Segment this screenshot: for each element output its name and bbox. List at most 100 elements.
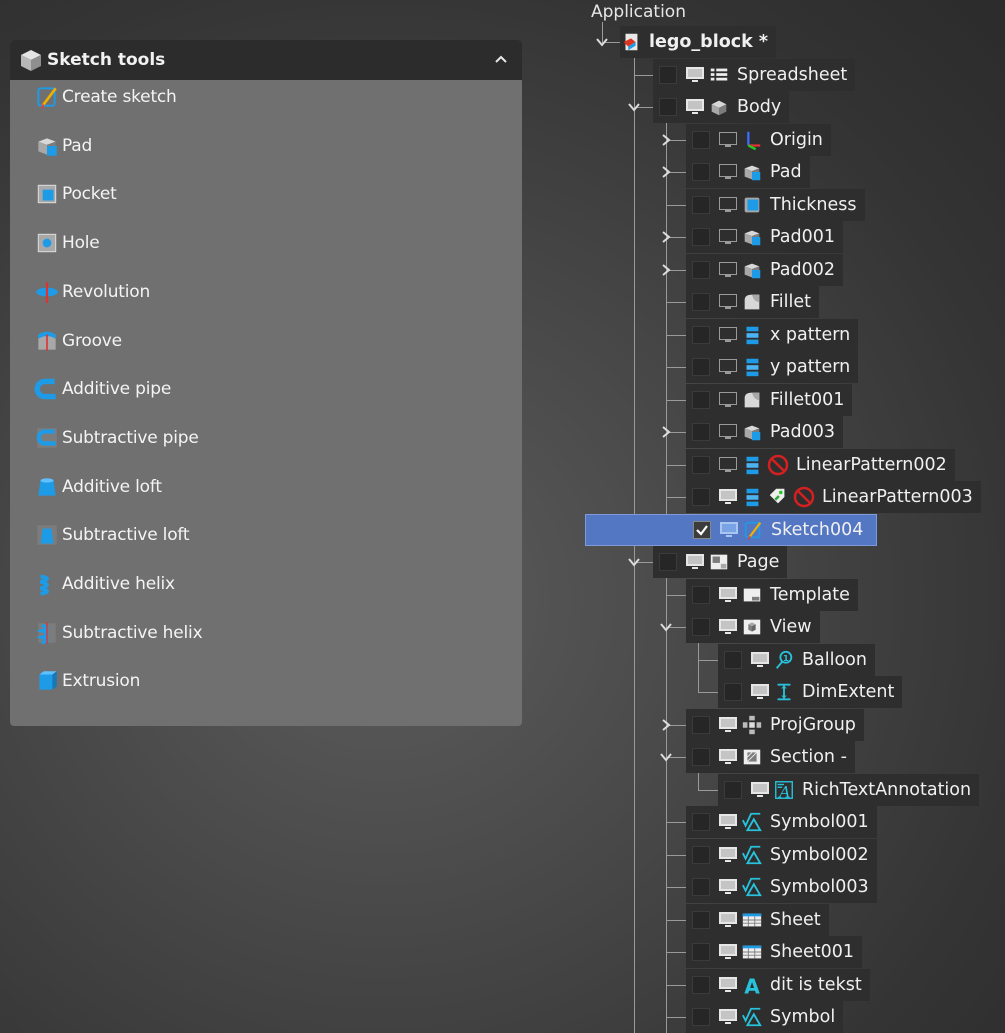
visibility-checkbox[interactable]	[692, 130, 710, 149]
visibility-checkbox[interactable]	[692, 195, 710, 214]
tree-item-page[interactable]: Page	[653, 546, 788, 578]
tree-item-linearpattern002[interactable]: LinearPattern002	[686, 448, 955, 481]
visibility-checkbox[interactable]	[692, 163, 710, 181]
eye-icon[interactable]	[718, 586, 738, 604]
tree-item-linearpattern003[interactable]: LinearPattern003	[686, 481, 981, 513]
visibility-checkbox[interactable]	[692, 943, 710, 961]
tree-item-symbol002[interactable]: Symbol002	[686, 838, 877, 871]
eye-hidden-icon[interactable]	[718, 261, 738, 279]
visibility-checkbox[interactable]	[724, 650, 742, 669]
visibility-checkbox[interactable]	[692, 455, 710, 474]
eye-icon[interactable]	[685, 553, 705, 571]
chevron-right-icon[interactable]	[660, 263, 672, 276]
chevron-down-icon[interactable]	[660, 751, 672, 763]
tree-item-pad[interactable]: Pad	[686, 156, 810, 188]
tree-item-balloon[interactable]: 1 Balloon	[718, 643, 875, 676]
tree-item-symbol001[interactable]: Symbol001	[686, 806, 877, 838]
visibility-checkbox[interactable]	[659, 553, 677, 571]
visibility-checkbox[interactable]	[692, 748, 710, 766]
tree-item-spreadsheet[interactable]: Spreadsheet	[653, 58, 856, 91]
chevron-right-icon[interactable]	[660, 231, 672, 243]
eye-icon[interactable]	[718, 911, 738, 929]
visibility-checkbox[interactable]	[692, 293, 710, 311]
eye-hidden-icon[interactable]	[718, 423, 738, 441]
eye-icon[interactable]	[685, 98, 705, 116]
eye-hidden-icon[interactable]	[718, 293, 738, 311]
tree-item-fillet[interactable]: Fillet	[686, 286, 820, 318]
eye-hidden-icon[interactable]	[718, 326, 738, 344]
tree-item-dit-is-tekst[interactable]: Adit is tekst	[686, 968, 870, 1001]
tree-item-richtextannotation[interactable]: A RichTextAnnotation	[718, 773, 980, 806]
eye-icon[interactable]	[718, 878, 738, 896]
visibility-checkbox[interactable]	[692, 715, 710, 734]
visibility-checkbox[interactable]	[692, 585, 710, 604]
tree-item-sketch004[interactable]: Sketch004	[585, 513, 877, 546]
eye-icon[interactable]	[718, 488, 738, 506]
tree-item-x-pattern[interactable]: x pattern	[686, 318, 859, 351]
eye-hidden-icon[interactable]	[718, 391, 738, 409]
eye-hidden-icon[interactable]	[718, 358, 738, 376]
chevron-right-icon[interactable]	[660, 166, 672, 178]
eye-icon[interactable]	[718, 618, 738, 636]
visibility-checkbox[interactable]	[692, 390, 710, 409]
eye-icon[interactable]	[750, 651, 770, 669]
eye-icon[interactable]	[718, 716, 738, 734]
visibility-checkbox[interactable]	[692, 423, 710, 441]
tree-item-projgroup[interactable]: ProjGroup	[686, 708, 864, 741]
tree-item-symbol003[interactable]: Symbol003	[686, 871, 877, 903]
visibility-checkbox[interactable]	[724, 780, 742, 799]
tree-item-y-pattern[interactable]: y pattern	[686, 351, 859, 383]
visibility-checkbox[interactable]	[692, 910, 710, 929]
visibility-checkbox[interactable]	[724, 683, 742, 701]
visibility-checkbox[interactable]	[692, 488, 710, 506]
visibility-checkbox[interactable]	[659, 65, 677, 84]
eye-icon[interactable]	[718, 846, 738, 864]
visibility-checkbox[interactable]	[692, 228, 710, 246]
chevron-down-icon[interactable]	[660, 621, 672, 633]
eye-hidden-icon[interactable]	[718, 228, 738, 246]
eye-hidden-icon[interactable]	[718, 163, 738, 181]
visibility-checkbox[interactable]	[692, 618, 710, 636]
eye-icon[interactable]	[750, 683, 770, 701]
eye-selected-icon[interactable]	[719, 521, 739, 539]
tree-item-pad003[interactable]: Pad003	[686, 416, 844, 448]
visibility-checkbox[interactable]	[692, 325, 710, 344]
visibility-checkbox[interactable]	[692, 358, 710, 376]
visibility-checkbox[interactable]	[692, 1008, 710, 1026]
tree-item-body[interactable]: Body	[653, 91, 790, 123]
tree-item-dimextent[interactable]: DimExtent	[718, 676, 903, 708]
tree-item-sheet[interactable]: Sheet	[686, 903, 829, 936]
tree-item-pad001[interactable]: Pad001	[686, 221, 844, 253]
chevron-down-icon[interactable]	[596, 36, 608, 48]
tree-item-fillet001[interactable]: Fillet001	[686, 383, 853, 416]
eye-icon[interactable]	[685, 66, 705, 84]
eye-icon[interactable]	[718, 748, 738, 766]
eye-icon[interactable]	[718, 1008, 738, 1026]
eye-icon[interactable]	[750, 781, 770, 799]
eye-hidden-icon[interactable]	[718, 131, 738, 149]
visibility-checkbox[interactable]	[692, 878, 710, 896]
eye-icon[interactable]	[718, 943, 738, 961]
eye-hidden-icon[interactable]	[718, 196, 738, 214]
visibility-checkbox[interactable]	[692, 260, 710, 279]
tree-item-symbol[interactable]: Symbol	[686, 1001, 844, 1033]
chevron-right-icon[interactable]	[660, 133, 672, 146]
chevron-down-icon[interactable]	[628, 556, 640, 568]
visibility-checkbox[interactable]	[692, 845, 710, 864]
tree-item-thickness[interactable]: Thickness	[686, 188, 865, 221]
visibility-checkbox[interactable]	[693, 520, 711, 539]
tree-item-view[interactable]: View	[686, 611, 820, 643]
visibility-checkbox[interactable]	[692, 975, 710, 994]
eye-icon[interactable]	[718, 813, 738, 831]
tree-item-pad002[interactable]: Pad002	[686, 253, 844, 286]
eye-hidden-icon[interactable]	[718, 456, 738, 474]
tree-item-sheet001[interactable]: Sheet001	[686, 936, 862, 968]
visibility-checkbox[interactable]	[659, 98, 677, 116]
chevron-down-icon[interactable]	[628, 101, 640, 113]
tree-item-section[interactable]: Section -	[686, 741, 855, 773]
chevron-right-icon[interactable]	[660, 718, 672, 731]
tree-item-lego-block[interactable]: lego_block *	[620, 26, 776, 58]
visibility-checkbox[interactable]	[692, 813, 710, 831]
eye-icon[interactable]	[718, 976, 738, 994]
chevron-right-icon[interactable]	[660, 426, 672, 438]
